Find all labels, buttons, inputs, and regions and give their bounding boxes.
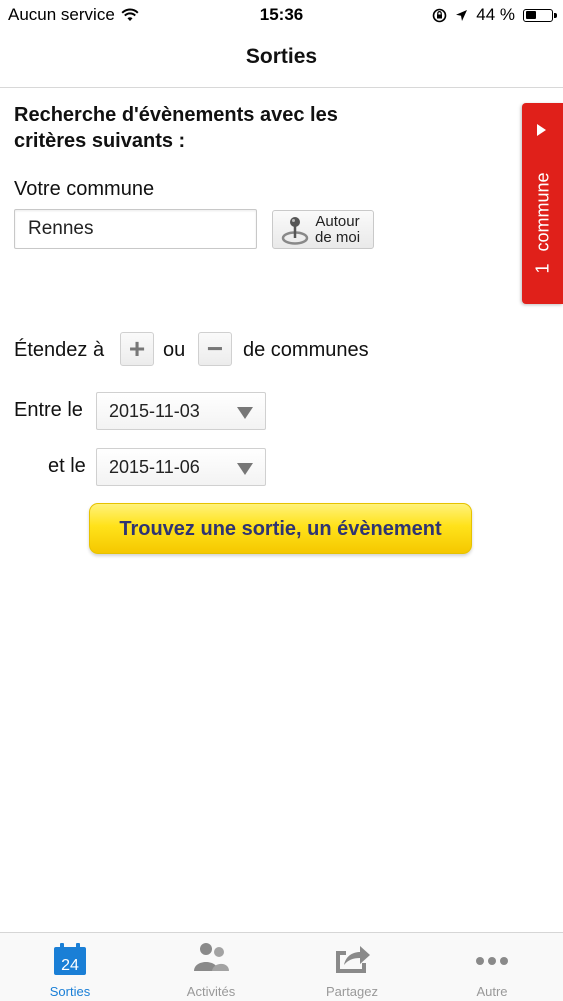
and-label: et le (48, 455, 86, 477)
end-date-select[interactable]: 2015-11-06 (96, 448, 266, 486)
tab-label: Sorties (49, 984, 91, 999)
tab-autre[interactable]: Autre (422, 933, 562, 1001)
near-me-label-line1: Autour (315, 212, 360, 230)
extend-or-label: ou (163, 339, 186, 361)
communes-side-tab[interactable]: 1 commune (522, 103, 563, 304)
play-arrow-icon (537, 124, 546, 136)
tab-label: Autre (476, 984, 508, 999)
tab-partagez[interactable]: Partagez (282, 933, 422, 1001)
near-me-button[interactable]: Autour de moi (272, 210, 374, 249)
calendar-icon-day: 24 (61, 957, 79, 974)
side-tab-count: 1 (532, 263, 552, 274)
tab-label: Activités (186, 984, 236, 999)
end-date-value: 2015-11-06 (109, 457, 200, 477)
page-title: Sorties (245, 45, 318, 68)
tab-activites[interactable]: Activités (141, 933, 281, 1001)
location-arrow-icon (456, 9, 468, 21)
dropdown-arrow-icon (237, 407, 253, 419)
status-bar: Aucun service 15:36 44 % (0, 0, 563, 30)
minus-button[interactable]: − (198, 332, 232, 366)
commune-label: Votre commune (14, 178, 155, 200)
near-me-label-line2: de moi (315, 228, 361, 246)
map-pin-icon (281, 216, 309, 245)
extend-suffix-label: de communes (243, 339, 369, 361)
tab-sorties[interactable]: 24 Sorties (0, 933, 140, 1001)
calendar-icon: 24 (54, 943, 86, 975)
search-heading: Recherche d'évènements avec les critères… (14, 104, 338, 152)
start-date-value: 2015-11-03 (109, 401, 200, 421)
dropdown-arrow-icon (237, 463, 253, 475)
extend-prefix-label: Étendez à (14, 339, 105, 361)
start-date-select[interactable]: 2015-11-03 (96, 392, 266, 430)
side-tab-label: 1 commune (532, 172, 553, 273)
tab-bar: 24 Sorties Activités Partagez Autre (0, 932, 563, 1001)
tab-label: Partagez (325, 984, 379, 999)
commune-input[interactable] (14, 209, 257, 249)
find-event-button[interactable]: Trouvez une sortie, un évènement (89, 503, 472, 554)
battery-percent: 44 % (476, 5, 515, 24)
more-icon (476, 957, 508, 965)
share-icon (336, 946, 370, 973)
people-icon (194, 943, 229, 971)
battery-icon (523, 8, 557, 22)
side-tab-text: commune (532, 172, 552, 252)
near-me-label: Autour de moi (315, 212, 361, 246)
navigation-bar: Sorties (0, 30, 563, 88)
status-right: 44 % (432, 5, 557, 25)
between-label: Entre le (14, 399, 83, 421)
plus-button[interactable]: + (120, 332, 154, 366)
rotation-lock-icon (432, 8, 447, 22)
battery-fill (525, 11, 537, 19)
